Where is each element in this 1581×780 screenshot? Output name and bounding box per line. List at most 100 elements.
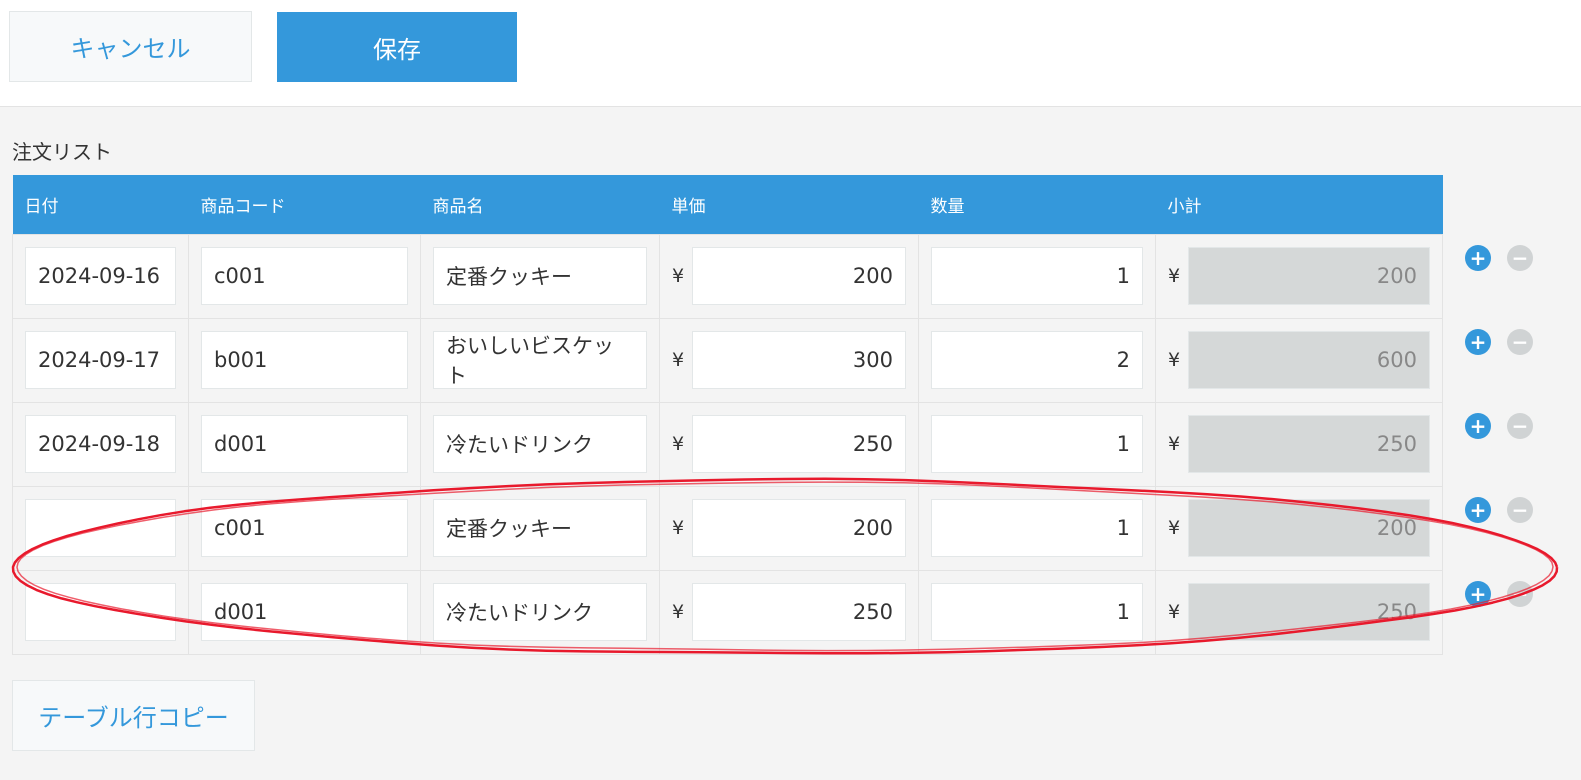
product-code-input[interactable]: d001: [201, 583, 408, 641]
currency-symbol: ¥: [672, 517, 685, 539]
date-cell: 2024-09-16: [12, 233, 189, 319]
product-code-input[interactable]: c001: [201, 247, 408, 305]
subtotal-cell: ¥ 250: [1155, 569, 1443, 655]
product-code-input[interactable]: c001: [201, 499, 408, 557]
add-row-icon[interactable]: +: [1465, 413, 1491, 439]
currency-symbol: ¥: [1168, 517, 1181, 539]
product-name-input[interactable]: 冷たいドリンク: [433, 415, 647, 473]
unit-price-cell: ¥ 200: [659, 233, 919, 319]
subtotal-readonly: 200: [1188, 247, 1430, 305]
quantity-cell: 1: [918, 485, 1156, 571]
date-cell: [12, 485, 189, 571]
header-date: 日付: [12, 175, 189, 234]
currency-symbol: ¥: [1168, 265, 1181, 287]
header-product-code: 商品コード: [188, 175, 421, 234]
table-row: d001 冷たいドリンク ¥ 250 1 ¥ 250: [12, 569, 1443, 655]
product-name-input[interactable]: おいしいビスケット: [433, 331, 647, 389]
add-row-icon[interactable]: +: [1465, 329, 1491, 355]
currency-symbol: ¥: [672, 265, 685, 287]
save-button[interactable]: 保存: [277, 12, 517, 82]
subtotal-readonly: 600: [1188, 331, 1430, 389]
product-name-cell: 定番クッキー: [420, 233, 660, 319]
date-input[interactable]: 2024-09-17: [25, 331, 176, 389]
unit-price-input[interactable]: 200: [692, 499, 906, 557]
subtotal-cell: ¥ 200: [1155, 233, 1443, 319]
add-row-icon[interactable]: +: [1465, 245, 1491, 271]
quantity-input[interactable]: 1: [931, 499, 1143, 557]
header-product-name: 商品名: [420, 175, 660, 234]
product-name-cell: 冷たいドリンク: [420, 401, 660, 487]
unit-price-input[interactable]: 250: [692, 583, 906, 641]
date-cell: 2024-09-18: [12, 401, 189, 487]
date-cell: [12, 569, 189, 655]
table-row: 2024-09-18 d001 冷たいドリンク ¥ 250 1 ¥ 250: [12, 401, 1443, 487]
currency-symbol: ¥: [1168, 433, 1181, 455]
product-code-cell: c001: [188, 485, 421, 571]
product-name-cell: おいしいビスケット: [420, 317, 660, 403]
product-name-input[interactable]: 定番クッキー: [433, 499, 647, 557]
subtotal-cell: ¥ 600: [1155, 317, 1443, 403]
copy-table-row-button[interactable]: テーブル行コピー: [12, 680, 255, 751]
remove-row-icon[interactable]: −: [1507, 581, 1533, 607]
unit-price-cell: ¥ 250: [659, 401, 919, 487]
date-input[interactable]: [25, 583, 176, 641]
quantity-input[interactable]: 1: [931, 247, 1143, 305]
table-row: 2024-09-17 b001 おいしいビスケット ¥ 300 2 ¥ 600: [12, 317, 1443, 403]
table-row: c001 定番クッキー ¥ 200 1 ¥ 200: [12, 485, 1443, 571]
product-code-cell: d001: [188, 401, 421, 487]
order-table-container: 日付 商品コード 商品名 単価 数量 小計 2024-09-16 c001 定番…: [12, 175, 1443, 655]
currency-symbol: ¥: [1168, 601, 1181, 623]
row-action-buttons: + −: [1465, 496, 1535, 524]
order-table: 日付 商品コード 商品名 単価 数量 小計 2024-09-16 c001 定番…: [12, 175, 1443, 655]
header-subtotal: 小計: [1155, 175, 1443, 234]
quantity-cell: 2: [918, 317, 1156, 403]
subtotal-cell: ¥ 200: [1155, 485, 1443, 571]
table-header-row: 日付 商品コード 商品名 単価 数量 小計: [12, 175, 1443, 234]
product-name-cell: 冷たいドリンク: [420, 569, 660, 655]
top-toolbar: キャンセル 保存: [0, 0, 1581, 107]
unit-price-input[interactable]: 300: [692, 331, 906, 389]
product-code-cell: c001: [188, 233, 421, 319]
quantity-cell: 1: [918, 233, 1156, 319]
currency-symbol: ¥: [672, 433, 685, 455]
remove-row-icon[interactable]: −: [1507, 245, 1533, 271]
date-cell: 2024-09-17: [12, 317, 189, 403]
date-input[interactable]: [25, 499, 176, 557]
unit-price-cell: ¥ 300: [659, 317, 919, 403]
product-name-cell: 定番クッキー: [420, 485, 660, 571]
product-code-cell: b001: [188, 317, 421, 403]
add-row-icon[interactable]: +: [1465, 581, 1491, 607]
product-code-input[interactable]: d001: [201, 415, 408, 473]
table-row: 2024-09-16 c001 定番クッキー ¥ 200 1 ¥ 200: [12, 233, 1443, 319]
remove-row-icon[interactable]: −: [1507, 413, 1533, 439]
unit-price-input[interactable]: 250: [692, 415, 906, 473]
quantity-input[interactable]: 1: [931, 415, 1143, 473]
order-list-title: 注文リスト: [12, 140, 112, 164]
product-name-input[interactable]: 定番クッキー: [433, 247, 647, 305]
row-action-buttons: + −: [1465, 580, 1535, 608]
remove-row-icon[interactable]: −: [1507, 497, 1533, 523]
remove-row-icon[interactable]: −: [1507, 329, 1533, 355]
date-input[interactable]: 2024-09-18: [25, 415, 176, 473]
currency-symbol: ¥: [672, 349, 685, 371]
product-code-cell: d001: [188, 569, 421, 655]
row-action-buttons: + −: [1465, 328, 1535, 356]
quantity-input[interactable]: 1: [931, 583, 1143, 641]
subtotal-cell: ¥ 250: [1155, 401, 1443, 487]
quantity-input[interactable]: 2: [931, 331, 1143, 389]
cancel-button[interactable]: キャンセル: [9, 11, 252, 82]
unit-price-input[interactable]: 200: [692, 247, 906, 305]
subtotal-readonly: 200: [1188, 499, 1430, 557]
unit-price-cell: ¥ 250: [659, 569, 919, 655]
add-row-icon[interactable]: +: [1465, 497, 1491, 523]
subtotal-readonly: 250: [1188, 583, 1430, 641]
date-input[interactable]: 2024-09-16: [25, 247, 176, 305]
subtotal-readonly: 250: [1188, 415, 1430, 473]
quantity-cell: 1: [918, 401, 1156, 487]
quantity-cell: 1: [918, 569, 1156, 655]
product-name-input[interactable]: 冷たいドリンク: [433, 583, 647, 641]
row-action-buttons: + −: [1465, 412, 1535, 440]
unit-price-cell: ¥ 200: [659, 485, 919, 571]
row-action-buttons: + −: [1465, 244, 1535, 272]
product-code-input[interactable]: b001: [201, 331, 408, 389]
